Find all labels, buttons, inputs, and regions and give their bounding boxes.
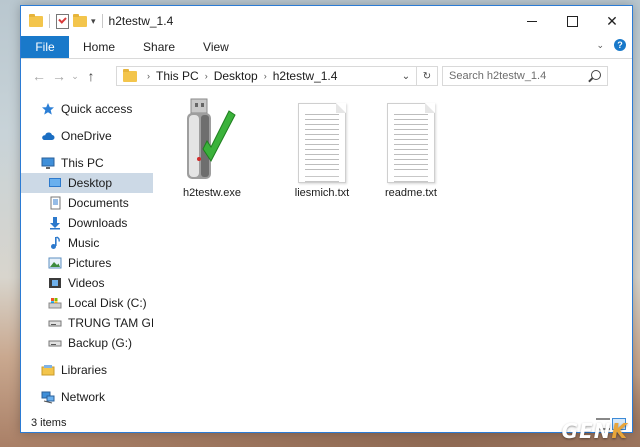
- up-button[interactable]: ↑: [81, 66, 101, 86]
- breadcrumb-current-folder[interactable]: h2testw_1.4: [273, 69, 338, 83]
- sidebar-item-downloads[interactable]: Downloads: [21, 213, 153, 233]
- chevron-right-icon[interactable]: ›: [264, 71, 267, 81]
- sidebar-item-label: Local Disk (C:): [68, 296, 147, 310]
- sidebar-item-network[interactable]: Network: [21, 387, 153, 407]
- close-icon: ✕: [606, 12, 618, 29]
- new-folder-icon[interactable]: [73, 13, 87, 27]
- videos-icon: [48, 276, 62, 290]
- status-bar: 3 items: [21, 414, 632, 432]
- file-item-h2testw[interactable]: h2testw.exe: [174, 97, 250, 199]
- help-icon[interactable]: ?: [614, 39, 626, 51]
- sidebar-item-label: Downloads: [68, 216, 128, 230]
- sidebar-item-videos[interactable]: Videos: [21, 273, 153, 293]
- file-list: h2testw.exe liesmich.txt readme.txt: [153, 93, 632, 414]
- maximize-icon: [566, 15, 578, 27]
- drive-icon: [48, 336, 62, 350]
- sidebar-item-label: This PC: [61, 156, 104, 170]
- cloud-icon: [41, 129, 55, 143]
- usb-drive-check-icon: [187, 98, 236, 179]
- music-icon: [48, 236, 62, 250]
- watermark-logo: GENK: [561, 419, 628, 443]
- chevron-right-icon[interactable]: ›: [205, 71, 208, 81]
- search-input[interactable]: [447, 69, 591, 83]
- sidebar-item-documents[interactable]: Documents: [21, 193, 153, 213]
- tab-view[interactable]: View: [189, 36, 243, 58]
- tab-file[interactable]: File: [21, 36, 69, 58]
- sidebar-item-label: Network: [61, 390, 106, 404]
- back-button[interactable]: ←: [29, 66, 49, 86]
- file-item-liesmich[interactable]: liesmich.txt: [284, 97, 360, 199]
- tab-share[interactable]: Share: [129, 36, 189, 58]
- sidebar-item-this-pc[interactable]: This PC: [21, 153, 153, 173]
- sidebar-item-quick-access[interactable]: Quick access: [21, 99, 153, 119]
- pictures-icon: [48, 256, 62, 270]
- sidebar-item-music[interactable]: Music: [21, 233, 153, 253]
- divider: [49, 14, 50, 28]
- close-button[interactable]: ✕: [592, 6, 632, 36]
- search-box[interactable]: [442, 66, 608, 86]
- file-name: liesmich.txt: [294, 187, 350, 199]
- text-file-icon: [387, 103, 435, 183]
- forward-button[interactable]: →: [49, 66, 69, 86]
- sidebar-item-onedrive[interactable]: OneDrive: [21, 126, 153, 146]
- properties-icon[interactable]: [56, 13, 69, 29]
- search-icon[interactable]: [591, 70, 601, 80]
- folder-icon: [29, 13, 43, 27]
- sidebar-item-backup-drive[interactable]: Backup (G:): [21, 333, 153, 353]
- customize-toolbar-icon[interactable]: ▾: [91, 16, 96, 27]
- sidebar-item-label: Videos: [68, 276, 105, 290]
- tab-home[interactable]: Home: [69, 36, 129, 58]
- expand-ribbon-icon[interactable]: ⌄: [596, 40, 604, 51]
- breadcrumb-this-pc[interactable]: This PC: [156, 69, 199, 83]
- explorer-window: ▾ h2testw_1.4 ✕ File Home Share View ⌄ ?…: [20, 5, 633, 433]
- file-item-readme[interactable]: readme.txt: [373, 97, 449, 199]
- title-bar: ▾ h2testw_1.4 ✕: [21, 6, 632, 36]
- recent-locations-button[interactable]: ⌄: [69, 66, 81, 86]
- sidebar-item-pictures[interactable]: Pictures: [21, 253, 153, 273]
- divider: [101, 14, 103, 28]
- navigation-bar: ← → ⌄ ↑ › This PC › Desktop › h2testw_1.…: [21, 59, 632, 93]
- sidebar-item-label: OneDrive: [61, 129, 112, 143]
- breadcrumb-desktop[interactable]: Desktop: [214, 69, 258, 83]
- sidebar-item-label: Libraries: [61, 363, 108, 377]
- download-icon: [48, 216, 62, 230]
- minimize-icon: [527, 20, 537, 22]
- sidebar-item-libraries[interactable]: Libraries: [21, 360, 153, 380]
- documents-icon: [48, 196, 62, 210]
- sidebar-item-local-disk[interactable]: Local Disk (C:): [21, 293, 153, 313]
- sidebar-item-label: Backup (G:): [68, 336, 133, 350]
- sidebar-item-label: Documents: [68, 196, 129, 210]
- network-icon: [41, 390, 55, 404]
- content-area: Quick access OneDrive This PC Desktop Do…: [21, 93, 632, 414]
- quick-access-toolbar: ▾: [21, 13, 96, 29]
- chevron-right-icon[interactable]: ›: [147, 71, 150, 81]
- sidebar-item-label: Pictures: [68, 256, 112, 270]
- sidebar-item-label: Quick access: [61, 102, 133, 116]
- ribbon-tabs: File Home Share View ⌄ ?: [21, 36, 632, 59]
- item-count: 3 items: [31, 417, 67, 429]
- navigation-pane: Quick access OneDrive This PC Desktop Do…: [21, 93, 153, 414]
- address-bar[interactable]: › This PC › Desktop › h2testw_1.4 ⌄ ↻: [116, 66, 438, 86]
- sidebar-item-label: TRUNG TAM GIAI T: [68, 316, 153, 330]
- computer-icon: [41, 156, 55, 170]
- sidebar-item-label: Desktop: [68, 176, 113, 190]
- minimize-button[interactable]: [512, 6, 552, 36]
- libraries-icon: [41, 363, 55, 377]
- star-icon: [41, 102, 55, 116]
- sidebar-item-desktop[interactable]: Desktop: [21, 173, 153, 193]
- file-name: readme.txt: [385, 187, 437, 199]
- drive-icon: [48, 316, 62, 330]
- maximize-button[interactable]: [552, 6, 592, 36]
- window-title: h2testw_1.4: [108, 14, 174, 28]
- refresh-icon[interactable]: ↻: [417, 71, 437, 82]
- sidebar-item-removable-drive[interactable]: TRUNG TAM GIAI T: [21, 313, 153, 333]
- address-dropdown-icon[interactable]: ⌄: [396, 71, 416, 82]
- text-file-icon: [298, 103, 346, 183]
- local-disk-icon: [48, 296, 62, 310]
- file-name: h2testw.exe: [182, 187, 242, 199]
- folder-icon: [123, 68, 137, 82]
- desktop-icon: [48, 176, 62, 190]
- sidebar-item-label: Music: [68, 236, 100, 250]
